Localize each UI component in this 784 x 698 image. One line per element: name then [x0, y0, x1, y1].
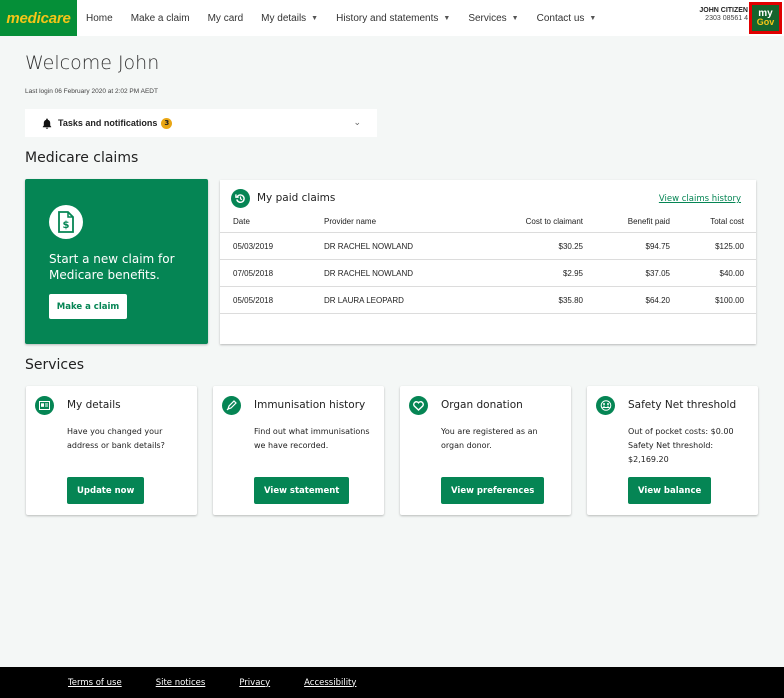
view-statement-button[interactable]: View statement	[254, 477, 350, 504]
tasks-label: Tasks and notifications	[58, 118, 158, 128]
caret-down-icon: ▼	[589, 14, 597, 22]
service-title: Safety Net threshold	[628, 399, 737, 411]
table-header-row: Date Provider name Cost to claimant Bene…	[220, 210, 756, 233]
out-of-pocket-costs: Out of pocket costs: $0.00	[628, 427, 734, 436]
view-claims-history-link[interactable]: View claims history	[659, 194, 741, 204]
medicare-number: 2303 08561 4	[705, 15, 748, 22]
nav-services[interactable]: Services ▼	[468, 13, 518, 24]
top-header: medicare Home Make a claim My card My de…	[0, 0, 784, 36]
service-description: Out of pocket costs: $0.00 Safety Net th…	[628, 425, 750, 467]
nav-my-card[interactable]: My card	[208, 13, 244, 24]
footer-link-terms[interactable]: Terms of use	[68, 678, 122, 688]
claim-document-icon: $	[49, 205, 83, 239]
services-heading: Services	[25, 357, 85, 373]
table-row[interactable]: 05/03/2019 DR RACHEL NOWLAND $30.25 $94.…	[220, 233, 756, 260]
footer: Terms of use Site notices Privacy Access…	[0, 667, 784, 698]
service-card-organ-donation: Organ donation You are registered as an …	[400, 386, 571, 515]
table-row[interactable]: 07/05/2018 DR RACHEL NOWLAND $2.95 $37.0…	[220, 260, 756, 287]
col-provider: Provider name	[324, 216, 377, 226]
footer-link-accessibility[interactable]: Accessibility	[304, 678, 356, 688]
new-claim-card: $ Start a new claim for Medicare benefit…	[25, 179, 208, 344]
caret-down-icon: ▼	[311, 14, 319, 22]
service-title: Organ donation	[441, 399, 523, 411]
table-row[interactable]: 05/05/2018 DR LAURA LEOPARD $35.80 $64.2…	[220, 287, 756, 314]
main-nav: Home Make a claim My card My details ▼ Hi…	[86, 13, 614, 24]
bell-icon	[42, 118, 52, 129]
footer-link-site-notices[interactable]: Site notices	[156, 678, 206, 688]
syringe-icon	[222, 396, 241, 415]
id-card-icon	[35, 396, 54, 415]
page-title: Welcome John	[25, 52, 160, 74]
service-description: Find out what immunisations we have reco…	[254, 427, 370, 450]
heart-icon	[409, 396, 428, 415]
col-date: Date	[233, 216, 250, 226]
make-a-claim-button[interactable]: Make a claim	[49, 294, 127, 319]
nav-home[interactable]: Home	[86, 13, 113, 24]
new-claim-text: Start a new claim for Medicare benefits.	[49, 252, 175, 282]
paid-claims-card: My paid claims View claims history Date …	[220, 180, 756, 344]
nav-make-a-claim[interactable]: Make a claim	[131, 13, 190, 24]
col-cost-to-claimant: Cost to claimant	[525, 216, 583, 226]
service-card-immunisation: Immunisation history Find out what immun…	[213, 386, 384, 515]
medicare-claims-heading: Medicare claims	[25, 150, 139, 166]
service-description: Have you changed your address or bank de…	[67, 427, 165, 450]
chevron-down-icon: ⌄	[353, 118, 361, 128]
medicare-logo[interactable]: medicare	[0, 0, 77, 36]
safety-net-threshold-value: Safety Net threshold: $2,169.20	[628, 441, 714, 464]
service-card-my-details: My details Have you changed your address…	[26, 386, 197, 515]
safety-net-icon	[596, 396, 615, 415]
caret-down-icon: ▼	[443, 14, 451, 22]
tasks-notifications-toggle[interactable]: Tasks and notifications 3 ⌄	[25, 109, 377, 137]
caret-down-icon: ▼	[511, 14, 519, 22]
mygov-logo[interactable]: my Gov	[749, 2, 782, 34]
col-total-cost: Total cost	[710, 216, 744, 226]
view-preferences-button[interactable]: View preferences	[441, 477, 545, 504]
last-login-text: Last login 06 February 2020 at 2:02 PM A…	[25, 88, 158, 95]
update-now-button[interactable]: Update now	[67, 477, 145, 504]
footer-link-privacy[interactable]: Privacy	[239, 678, 270, 688]
col-benefit-paid: Benefit paid	[627, 216, 670, 226]
service-title: My details	[67, 399, 121, 411]
nav-contact-us[interactable]: Contact us ▼	[537, 13, 597, 24]
user-info[interactable]: JOHN CITIZEN 2303 08561 4	[699, 7, 748, 22]
history-icon	[231, 189, 250, 208]
paid-claims-title: My paid claims	[257, 192, 336, 204]
service-card-safety-net: Safety Net threshold Out of pocket costs…	[587, 386, 758, 515]
view-balance-button[interactable]: View balance	[628, 477, 712, 504]
svg-text:$: $	[63, 220, 70, 231]
user-name: JOHN CITIZEN	[699, 7, 748, 14]
service-description: You are registered as an organ donor.	[441, 427, 538, 450]
nav-my-details[interactable]: My details ▼	[261, 13, 318, 24]
notification-count-badge: 3	[161, 117, 173, 129]
nav-history-statements[interactable]: History and statements ▼	[336, 13, 450, 24]
service-title: Immunisation history	[254, 399, 366, 411]
paid-claims-table: Date Provider name Cost to claimant Bene…	[220, 210, 756, 314]
